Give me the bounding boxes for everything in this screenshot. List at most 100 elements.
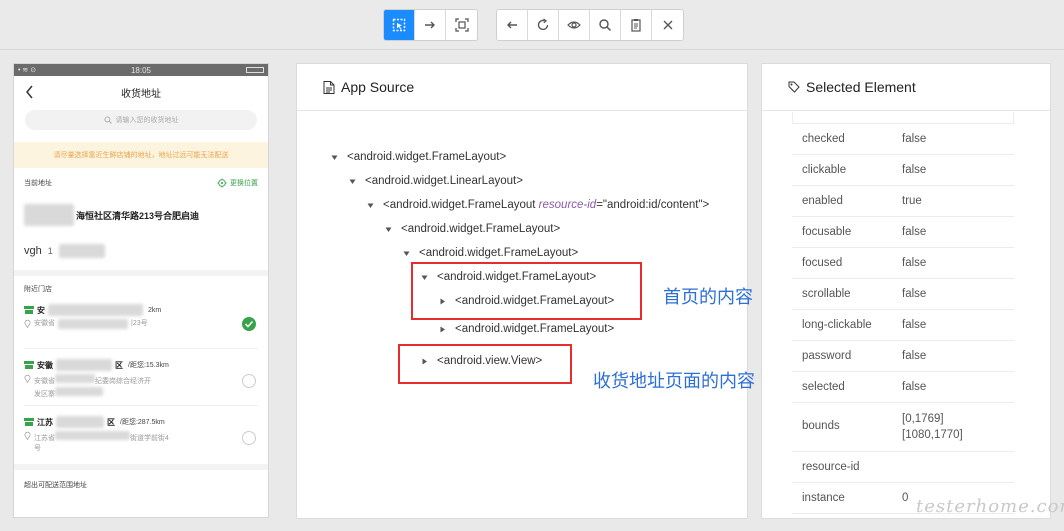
current-address-label: 当前地址 [24, 180, 52, 187]
address-search-input[interactable]: 请输入您的收货地址 [25, 110, 257, 130]
tree-node[interactable]: <android.widget.FrameLayout> [383, 223, 560, 235]
copy-xml-button[interactable] [621, 10, 652, 40]
status-icons: • ≋ ⊙ [18, 67, 37, 74]
blurred-text [58, 319, 128, 329]
store-icon [24, 418, 34, 426]
status-time: 18:05 [130, 65, 152, 75]
blurred-text [56, 416, 104, 428]
tree-node-label: <android.widget.FrameLayout> [401, 223, 561, 235]
search-button[interactable] [590, 10, 621, 40]
toolbar [0, 0, 1064, 50]
attribute-row: focusable false [792, 217, 1014, 248]
tree-node-attr-value: ="android:id/content"> [596, 199, 710, 211]
caret-down-icon[interactable] [401, 248, 411, 258]
current-contact: vgh 1 [14, 244, 268, 258]
caret-down-icon[interactable] [365, 200, 375, 210]
divider [24, 405, 258, 406]
store-address-suffix: 街道学前街4 [130, 435, 169, 442]
locate-icon [217, 178, 227, 188]
store-item[interactable]: 安 2km 安徽省 |23号 [14, 304, 268, 344]
store-address-suffix: 纪委岗综合经济开 [95, 378, 151, 385]
tree-node[interactable]: <android.widget.LinearLayout> [347, 175, 523, 187]
out-of-range-label: 超出可配送范围地址 [24, 482, 87, 489]
location-pin-icon [24, 319, 31, 328]
caret-right-icon[interactable] [437, 324, 447, 334]
location-pin-icon [24, 374, 31, 383]
attribute-row: scrollable false [792, 279, 1014, 310]
tree-node-label: <android.widget.FrameLayout> [419, 247, 579, 259]
location-pin-icon [24, 431, 31, 440]
phone-nav-bar: 收货地址 [14, 76, 268, 108]
tap-coordinates-button[interactable] [446, 10, 477, 40]
battery-icon [246, 67, 264, 73]
app-source-panel: App Source <android.widget.FrameLayout> … [296, 63, 755, 519]
status-bar: • ≋ ⊙ 18:05 [14, 64, 268, 76]
tree-node[interactable]: <android.widget.FrameLayout> [437, 323, 614, 335]
file-code-icon [323, 80, 335, 94]
attribute-row: resource-id [792, 452, 1014, 483]
quit-session-button[interactable] [652, 10, 683, 40]
attribute-row: clickable false [792, 155, 1014, 186]
attribute-row: password false [792, 341, 1014, 372]
select-element-button[interactable] [384, 10, 415, 40]
store-item[interactable]: 安徽 区 /距您:15.3km 安徽省 纪委岗综合经济开 发区寨 [14, 359, 268, 403]
attribute-row: selected false [792, 372, 1014, 403]
tree-node[interactable]: <android.widget.FrameLayout> [329, 151, 506, 163]
tree-node[interactable]: <android.widget.FrameLayout> [401, 247, 578, 259]
caret-down-icon[interactable] [383, 224, 393, 234]
store-address: 江苏省 街道学前街4 号 [24, 431, 258, 454]
selected-element-panel: Selected Element checked false clickable f… [761, 63, 1051, 519]
tree-node-label: <android.widget.LinearLayout> [365, 175, 523, 187]
device-screenshot[interactable]: • ≋ ⊙ 18:05 收货地址 请输入您的收货地址 请尽量选择靠近生鲜店铺的地… [13, 63, 269, 518]
divider [24, 348, 258, 349]
attribute-table: checked false clickable false enabled true … [792, 123, 1014, 514]
swipe-button[interactable] [415, 10, 446, 40]
tree-node[interactable]: <android.widget.FrameLayout resource-id =… [365, 199, 709, 211]
delivery-notice: 请尽量选择靠近生鲜店铺的地址，地址过远可能无法配送 [14, 142, 268, 168]
store-title: 安 2km [24, 304, 258, 316]
blurred-text [56, 359, 112, 371]
attribute-row: focused false [792, 248, 1014, 279]
homepage-annotation: 首页的内容 [663, 287, 753, 307]
selected-check-icon[interactable] [242, 317, 256, 331]
app-source-title: App Source [341, 79, 415, 95]
eye-icon [567, 21, 581, 29]
store-name-suffix: 区 [115, 360, 123, 370]
tree-node-label: <android.widget.FrameLayout> [455, 323, 615, 335]
change-location-label: 更换位置 [230, 180, 258, 187]
store-address-prefix: 安徽省 [34, 320, 55, 327]
address-search-placeholder: 请输入您的收货地址 [115, 117, 179, 124]
unselected-check-icon[interactable] [242, 431, 256, 445]
blurred-text [48, 304, 143, 316]
attribute-row: long-clickable false [792, 310, 1014, 341]
app-source-header: App Source [297, 64, 747, 111]
address-page-highlight-box [398, 344, 572, 384]
store-address-suffix: |23号 [131, 320, 148, 327]
caret-down-icon[interactable] [329, 152, 339, 162]
current-address[interactable]: 海恒社区清华路213号合肥启迪 [14, 204, 268, 226]
change-location-button[interactable]: 更换位置 [217, 178, 258, 188]
blurred-text [55, 374, 95, 383]
store-title: 江苏 区 /距您:287.5km [24, 416, 258, 428]
selected-element-header: Selected Element [762, 64, 1050, 111]
store-address-line2: 发区寨 [34, 391, 55, 398]
blurred-phone [58, 244, 105, 258]
toggle-screenshot-button[interactable] [559, 10, 590, 40]
store-title: 安徽 区 /距您:15.3km [24, 359, 258, 371]
store-item[interactable]: 江苏 区 /距您:287.5km 江苏省 街道学前街4 号 [14, 416, 268, 460]
search-icon [599, 19, 612, 32]
store-address: 安徽省 纪委岗综合经济开 发区寨 [24, 374, 258, 400]
nearby-stores-label: 附近门店 [24, 286, 52, 293]
caret-down-icon[interactable] [347, 176, 357, 186]
table-top-edge [792, 112, 1014, 123]
watermark: testerhome.com [916, 496, 1064, 517]
chevron-left-icon[interactable] [24, 84, 36, 100]
unselected-check-icon[interactable] [242, 374, 256, 388]
store-address-line2: 号 [34, 445, 41, 452]
back-button[interactable] [497, 10, 528, 40]
refresh-button[interactable] [528, 10, 559, 40]
blurred-text [55, 431, 130, 440]
store-distance: /距您:15.3km [128, 362, 169, 369]
selected-element-title: Selected Element [806, 79, 916, 95]
close-icon [663, 20, 672, 30]
